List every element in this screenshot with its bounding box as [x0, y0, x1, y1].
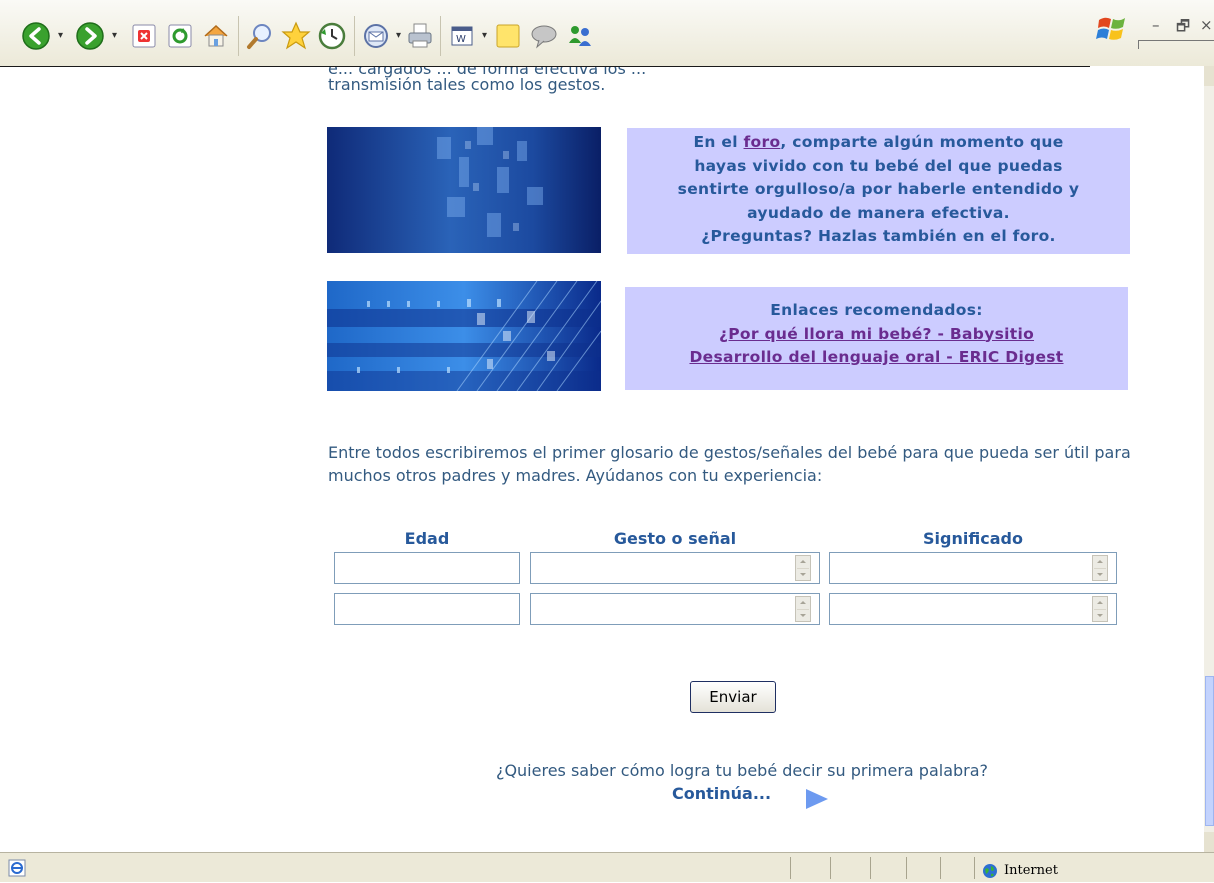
- forum-line-1: En el foro, comparte algún momento que: [627, 131, 1130, 155]
- status-bar: Internet: [0, 852, 1214, 882]
- intro-text: transmisión tales como los gestos.: [328, 75, 606, 94]
- forum-line1-rest: , comparte algún momento que: [780, 133, 1064, 151]
- gesto-field-2[interactable]: [530, 593, 820, 625]
- print-icon[interactable]: [404, 20, 436, 52]
- scroll-thumb[interactable]: [1205, 676, 1214, 826]
- gesto-input-2[interactable]: [531, 594, 819, 624]
- restore-button[interactable]: 🗗: [1176, 16, 1190, 41]
- edad-input-1[interactable]: [335, 553, 519, 583]
- globe-icon: [982, 863, 998, 883]
- forum-prefix: En el: [693, 133, 744, 151]
- close-button[interactable]: ×: [1200, 16, 1213, 34]
- forum-line-5: ¿Preguntas? Hazlas también en el foro.: [701, 227, 1056, 245]
- refresh-icon[interactable]: [164, 20, 196, 52]
- mini-address-box: [1138, 40, 1214, 49]
- windows-logo-icon: [1096, 14, 1130, 48]
- forum-box: En el foro, comparte algún momento que h…: [627, 128, 1130, 254]
- links-box: Enlaces recomendados: ¿Por qué llora mi …: [625, 287, 1128, 390]
- link-eric-digest[interactable]: Desarrollo del lenguaje oral - ERIC Dige…: [689, 348, 1063, 366]
- browser-toolbar: ▾ ▾ ▾ W ▾ – 🗗 ×: [0, 0, 1214, 66]
- continue-link[interactable]: Continúa...: [672, 784, 771, 803]
- scroll-up-button[interactable]: [1204, 66, 1214, 86]
- arrow-right-icon[interactable]: [804, 787, 830, 815]
- gesto-field-1[interactable]: [530, 552, 820, 584]
- gesto-scroll-2[interactable]: [795, 596, 811, 622]
- header-gesto: Gesto o señal: [613, 529, 737, 548]
- mail-dropdown-icon[interactable]: ▾: [396, 31, 404, 41]
- header-significado: Significado: [923, 529, 1023, 548]
- notes-icon[interactable]: [492, 20, 524, 52]
- forum-line-4: ayudado de manera efectiva.: [747, 203, 1010, 222]
- status-divider: [870, 857, 871, 879]
- toolbar-separator: [238, 16, 239, 56]
- gesto-input-1[interactable]: [531, 553, 819, 583]
- significado-input-1[interactable]: [830, 553, 1116, 583]
- scroll-down-button[interactable]: [1204, 832, 1214, 852]
- minimize-button[interactable]: –: [1152, 16, 1160, 34]
- forward-dropdown-icon[interactable]: ▾: [112, 31, 120, 41]
- status-divider: [940, 857, 941, 879]
- security-zone-label: Internet: [1004, 863, 1058, 878]
- edad-field-2[interactable]: [334, 593, 520, 625]
- toolbar-separator: [354, 16, 355, 56]
- history-icon[interactable]: [316, 20, 348, 52]
- links-title: Enlaces recomendados:: [770, 301, 983, 319]
- header-edad: Edad: [404, 529, 450, 548]
- banner-image-1: [327, 127, 601, 253]
- status-divider: [830, 857, 831, 879]
- forward-icon[interactable]: [74, 20, 106, 52]
- glossary-text: Entre todos escribiremos el primer glosa…: [328, 443, 1131, 485]
- edad-field-1[interactable]: [334, 552, 520, 584]
- back-dropdown-icon[interactable]: ▾: [58, 31, 66, 41]
- submit-button[interactable]: Enviar: [690, 681, 776, 713]
- gesto-scroll-1[interactable]: [795, 555, 811, 581]
- significado-scroll-1[interactable]: [1092, 555, 1108, 581]
- vertical-scrollbar[interactable]: [1204, 66, 1214, 852]
- forum-line-3: sentirte orgulloso/a por haberle entendi…: [677, 180, 1080, 198]
- discuss-icon[interactable]: [528, 20, 560, 52]
- edit-dropdown-icon[interactable]: ▾: [482, 31, 490, 41]
- page-content: e... cargados ... de forma efectiva los …: [0, 67, 1204, 852]
- messenger-icon[interactable]: [564, 20, 596, 52]
- home-icon[interactable]: [200, 20, 232, 52]
- forum-line-2: hayas vivido con tu bebé del que puedas: [694, 156, 1063, 175]
- svg-text:W: W: [456, 34, 466, 45]
- forum-link[interactable]: foro: [744, 133, 781, 151]
- status-divider: [906, 857, 907, 879]
- edit-icon[interactable]: W: [446, 20, 478, 52]
- significado-input-2[interactable]: [830, 594, 1116, 624]
- back-icon[interactable]: [20, 20, 52, 52]
- significado-field-2[interactable]: [829, 593, 1117, 625]
- significado-field-1[interactable]: [829, 552, 1117, 584]
- link-babysitio[interactable]: ¿Por qué llora mi bebé? - Babysitio: [719, 325, 1034, 343]
- ie-page-icon: [8, 859, 28, 881]
- edad-input-2[interactable]: [335, 594, 519, 624]
- significado-scroll-2[interactable]: [1092, 596, 1108, 622]
- toolbar-separator: [440, 16, 441, 56]
- status-divider: [974, 857, 975, 879]
- stop-icon[interactable]: [128, 20, 160, 52]
- question-text: ¿Quieres saber cómo logra tu bebé decir …: [495, 761, 989, 780]
- search-icon[interactable]: [244, 20, 276, 52]
- mail-icon[interactable]: [360, 20, 392, 52]
- favorites-icon[interactable]: [280, 20, 312, 52]
- banner-image-2: [327, 281, 601, 391]
- status-divider: [790, 857, 791, 879]
